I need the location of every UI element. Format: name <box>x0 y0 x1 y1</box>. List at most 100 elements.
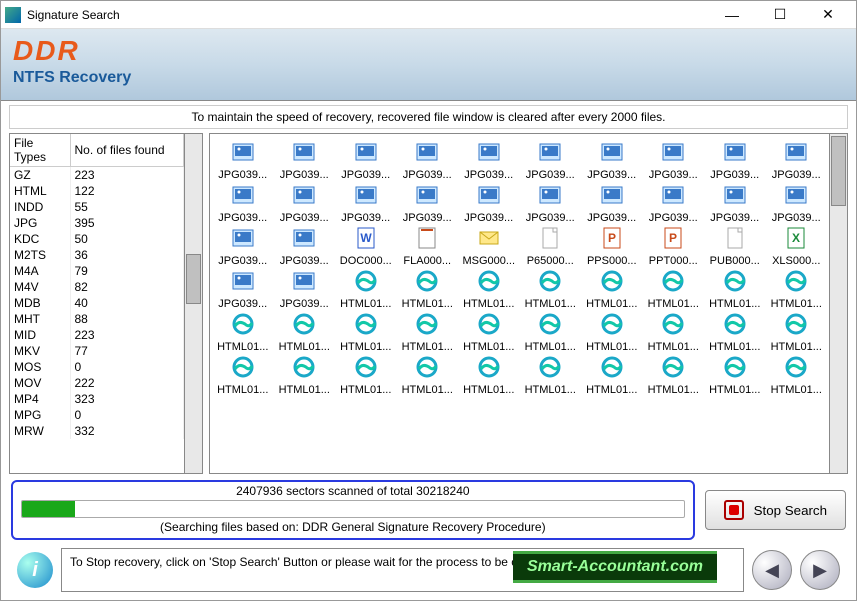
close-button[interactable]: ✕ <box>814 5 842 25</box>
table-row[interactable]: M4V82 <box>10 279 184 295</box>
file-item[interactable]: PPPT000... <box>643 226 705 267</box>
file-item[interactable]: WDOC000... <box>335 226 397 267</box>
table-row[interactable]: INDD55 <box>10 199 184 215</box>
table-row[interactable]: JPG395 <box>10 215 184 231</box>
minimize-button[interactable]: — <box>718 5 746 25</box>
file-item[interactable]: HTML01... <box>766 355 828 396</box>
file-item[interactable]: HTML01... <box>520 269 582 310</box>
file-types-panel: File Types No. of files found GZ223HTML1… <box>9 133 185 474</box>
file-item[interactable]: HTML01... <box>212 355 274 396</box>
table-row[interactable]: GZ223 <box>10 167 184 184</box>
cell-count: 395 <box>70 215 184 231</box>
file-item[interactable]: P65000... <box>520 226 582 267</box>
file-item[interactable]: HTML01... <box>766 312 828 353</box>
file-item[interactable]: JPG039... <box>274 183 336 224</box>
file-item[interactable]: JPG039... <box>397 140 459 181</box>
file-item[interactable]: JPG039... <box>335 183 397 224</box>
file-item[interactable]: HTML01... <box>581 269 643 310</box>
file-item[interactable]: JPG039... <box>212 269 274 310</box>
file-item[interactable]: FLA000... <box>397 226 459 267</box>
file-item[interactable]: JPG039... <box>766 183 828 224</box>
file-item[interactable]: HTML01... <box>704 312 766 353</box>
file-item[interactable]: JPG039... <box>335 140 397 181</box>
file-item[interactable]: HTML01... <box>397 312 459 353</box>
table-row[interactable]: KDC50 <box>10 231 184 247</box>
file-item[interactable]: HTML01... <box>335 312 397 353</box>
table-row[interactable]: MP4323 <box>10 391 184 407</box>
file-label: JPG039... <box>772 169 821 181</box>
file-item[interactable]: HTML01... <box>704 355 766 396</box>
file-item[interactable]: JPG039... <box>458 183 520 224</box>
col-file-count[interactable]: No. of files found <box>70 134 184 167</box>
file-item[interactable]: JPG039... <box>212 183 274 224</box>
file-item[interactable]: JPG039... <box>212 140 274 181</box>
file-item[interactable]: HTML01... <box>581 355 643 396</box>
file-item[interactable]: JPG039... <box>643 140 705 181</box>
file-item[interactable]: HTML01... <box>212 312 274 353</box>
file-item[interactable]: JPG039... <box>520 140 582 181</box>
file-item[interactable]: HTML01... <box>520 312 582 353</box>
file-item[interactable]: JPG039... <box>274 269 336 310</box>
file-icon <box>292 183 316 210</box>
cell-type: MP4 <box>10 391 70 407</box>
file-item[interactable]: JPG039... <box>274 140 336 181</box>
left-scrollbar[interactable] <box>185 133 203 474</box>
file-label: JPG039... <box>218 169 267 181</box>
file-item[interactable]: JPG039... <box>704 183 766 224</box>
table-row[interactable]: MHT88 <box>10 311 184 327</box>
col-file-types[interactable]: File Types <box>10 134 70 167</box>
file-icon <box>231 355 255 382</box>
file-item[interactable]: HTML01... <box>335 269 397 310</box>
file-item[interactable]: HTML01... <box>274 355 336 396</box>
file-item[interactable]: JPG039... <box>458 140 520 181</box>
table-row[interactable]: MDB40 <box>10 295 184 311</box>
file-item[interactable]: HTML01... <box>458 355 520 396</box>
file-item[interactable]: PUB000... <box>704 226 766 267</box>
table-row[interactable]: MRW332 <box>10 423 184 439</box>
file-item[interactable]: HTML01... <box>335 355 397 396</box>
file-item[interactable]: JPG039... <box>766 140 828 181</box>
file-item[interactable]: PPPS000... <box>581 226 643 267</box>
right-scroll-thumb[interactable] <box>831 136 846 206</box>
table-row[interactable]: MID223 <box>10 327 184 343</box>
table-row[interactable]: HTML122 <box>10 183 184 199</box>
table-row[interactable]: M2TS36 <box>10 247 184 263</box>
file-item[interactable]: HTML01... <box>397 355 459 396</box>
file-item[interactable]: MSG000... <box>458 226 520 267</box>
file-item[interactable]: JPG039... <box>581 183 643 224</box>
maximize-button[interactable]: ☐ <box>766 5 794 25</box>
file-item[interactable]: JPG039... <box>274 226 336 267</box>
left-scroll-thumb[interactable] <box>186 254 201 304</box>
file-item[interactable]: HTML01... <box>458 312 520 353</box>
file-item[interactable]: JPG039... <box>704 140 766 181</box>
file-item[interactable]: HTML01... <box>643 312 705 353</box>
file-item[interactable]: JPG039... <box>212 226 274 267</box>
file-item[interactable]: HTML01... <box>766 269 828 310</box>
table-row[interactable]: MKV77 <box>10 343 184 359</box>
file-item[interactable]: XXLS000... <box>766 226 828 267</box>
file-item[interactable]: HTML01... <box>397 269 459 310</box>
file-item[interactable]: HTML01... <box>520 355 582 396</box>
table-row[interactable]: MPG0 <box>10 407 184 423</box>
stop-search-button[interactable]: Stop Search <box>705 490 846 530</box>
file-item[interactable]: HTML01... <box>643 269 705 310</box>
file-item[interactable]: HTML01... <box>458 269 520 310</box>
file-item[interactable]: HTML01... <box>581 312 643 353</box>
table-row[interactable]: MOV222 <box>10 375 184 391</box>
file-item[interactable]: JPG039... <box>581 140 643 181</box>
right-scrollbar[interactable] <box>830 133 848 474</box>
file-item[interactable]: HTML01... <box>704 269 766 310</box>
file-item[interactable]: JPG039... <box>397 183 459 224</box>
table-row[interactable]: M4A79 <box>10 263 184 279</box>
file-item[interactable]: HTML01... <box>643 355 705 396</box>
file-item[interactable]: HTML01... <box>274 312 336 353</box>
file-item[interactable]: JPG039... <box>643 183 705 224</box>
cell-count: 82 <box>70 279 184 295</box>
table-row[interactable]: MOS0 <box>10 359 184 375</box>
back-button[interactable]: ◀ <box>752 550 792 590</box>
file-label: HTML01... <box>402 298 453 310</box>
file-icon <box>477 312 501 339</box>
file-icon <box>538 183 562 210</box>
file-item[interactable]: JPG039... <box>520 183 582 224</box>
next-button[interactable]: ▶ <box>800 550 840 590</box>
